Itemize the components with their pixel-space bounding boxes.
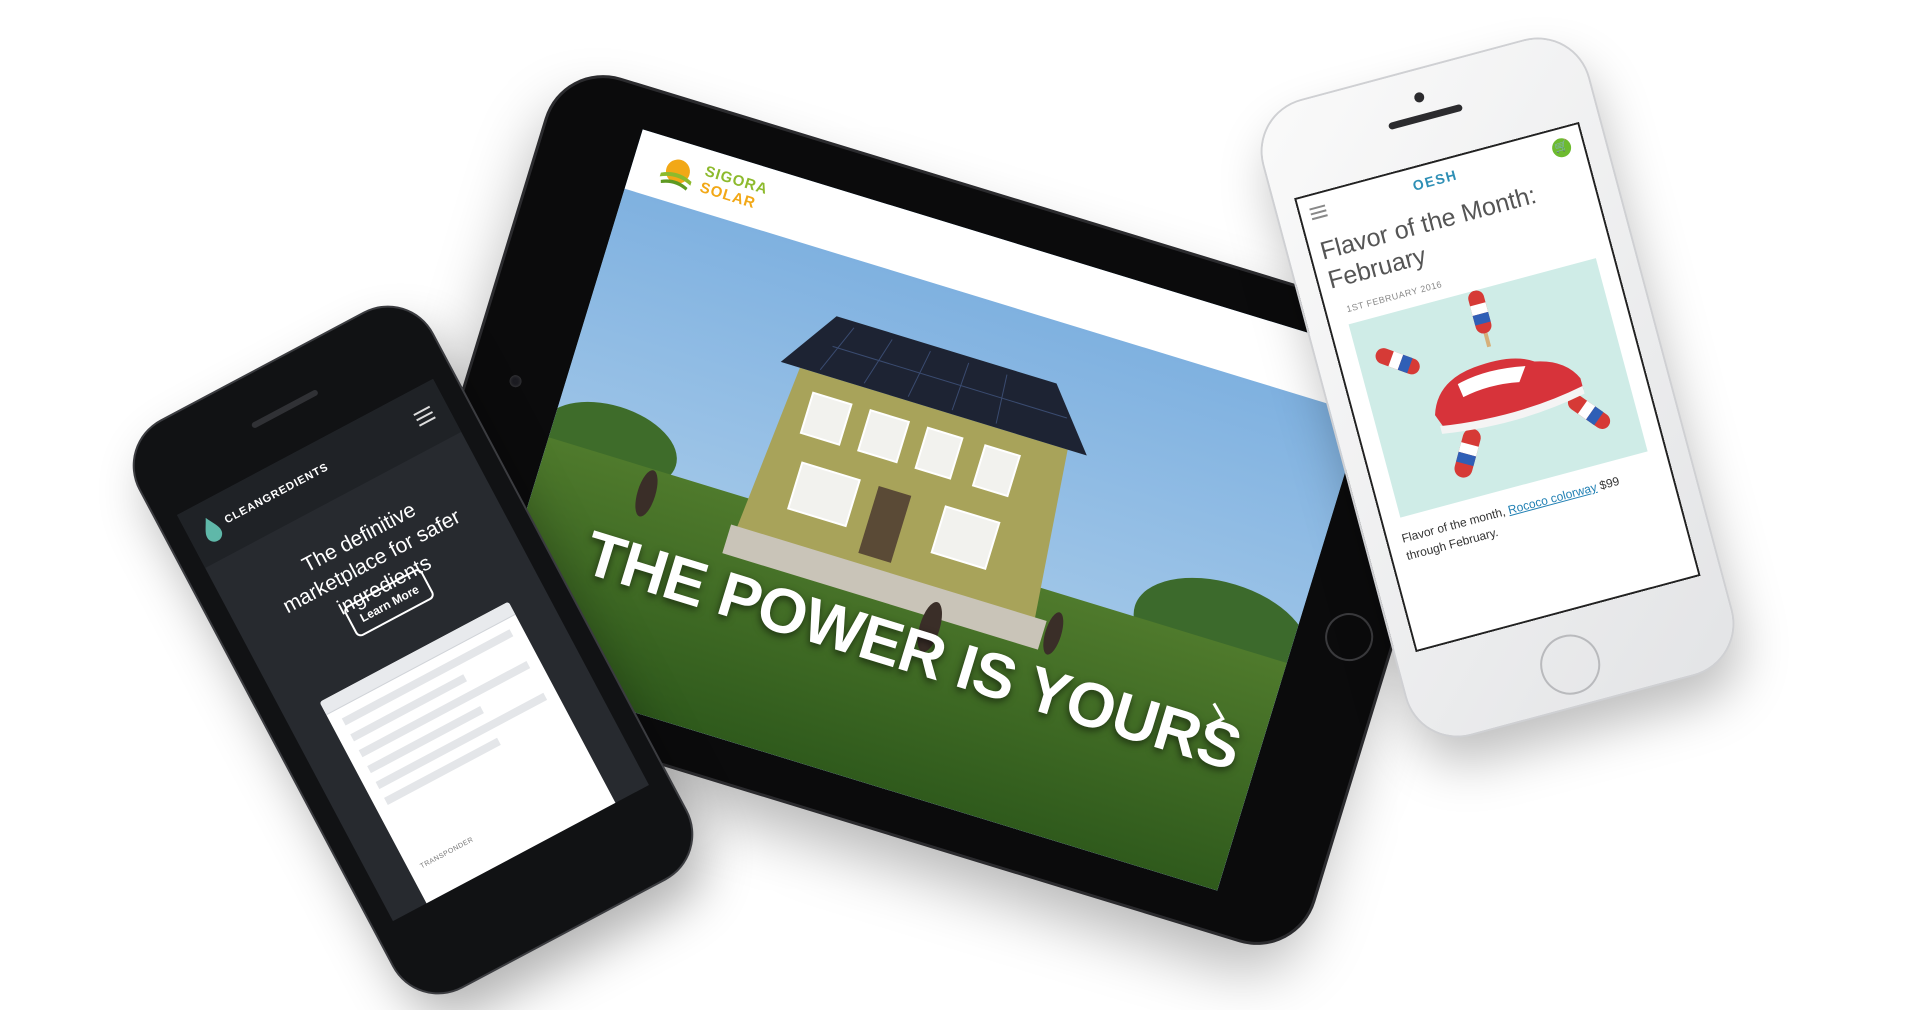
app-preview-image: TRANSPONDER xyxy=(319,601,622,914)
sigora-sun-logo-icon[interactable] xyxy=(652,148,702,198)
front-camera xyxy=(1413,91,1426,104)
hamburger-menu-icon[interactable] xyxy=(413,405,436,427)
phone-speaker xyxy=(250,388,319,429)
cart-icon[interactable]: 🛒 xyxy=(1549,136,1574,160)
drop-logo-icon[interactable] xyxy=(199,514,225,544)
hamburger-menu-icon[interactable] xyxy=(1309,204,1328,221)
phone-home-button[interactable] xyxy=(1533,627,1607,702)
preview-label: TRANSPONDER xyxy=(419,836,475,871)
cleangredients-logo-text: CLEANGREDIENTS xyxy=(222,461,331,527)
rococo-colorway-link[interactable]: Rococo colorway xyxy=(1506,480,1598,517)
oesh-logo[interactable]: OESH xyxy=(1411,166,1459,193)
tablet-camera xyxy=(508,373,524,389)
phone-speaker xyxy=(1387,103,1464,131)
tablet-home-button[interactable] xyxy=(1319,607,1380,668)
